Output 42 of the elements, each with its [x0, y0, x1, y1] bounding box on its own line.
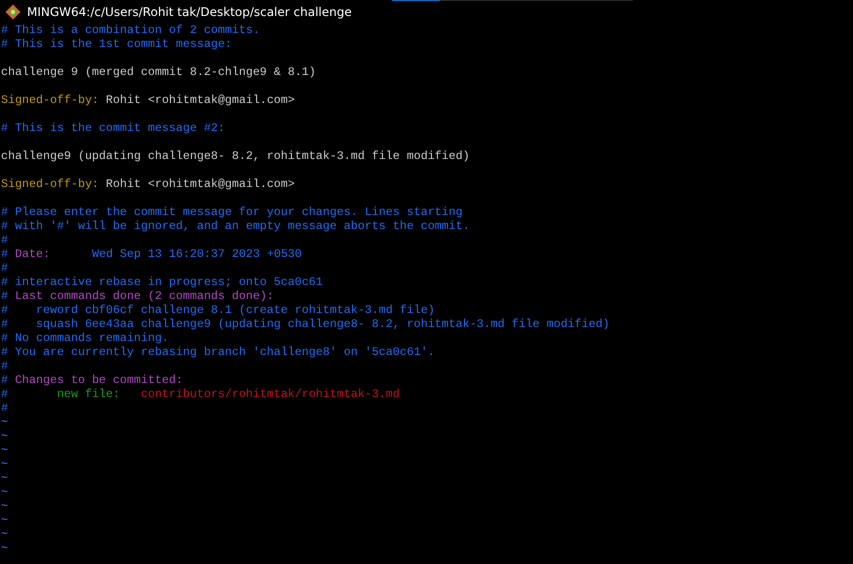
comment-text: # with '#' will be ignored, and an empty message aborts the commit. — [1, 219, 470, 233]
section-label: Changes to be committed: — [14, 373, 183, 387]
tilde-marker: ~ — [1, 415, 8, 429]
comment-text: # — [1, 247, 8, 261]
comment-text: Wed Sep 13 16:20:37 2023 +0530 — [90, 247, 302, 261]
signoff-label: Signed-off-by: — [1, 93, 99, 107]
comment-text: # — [1, 261, 8, 275]
comment-text: # — [1, 373, 8, 387]
comment-text: # Please enter the commit message for your changes. Lines starting — [1, 205, 463, 219]
message-text: Rohit <rohitmtak@gmail.com> — [104, 93, 295, 107]
tilde-marker: ~ — [1, 443, 8, 457]
section-label: Last commands done (2 commands done): — [14, 289, 274, 303]
comment-text: # — [1, 401, 8, 415]
tilde-marker: ~ — [1, 485, 8, 499]
status-label: new file: — [56, 387, 120, 401]
tilde-marker: ~ — [1, 429, 8, 443]
comment-text: # No commands remaining. — [1, 331, 169, 345]
signoff-label: Signed-off-by: — [1, 177, 99, 191]
comment-text: # — [1, 359, 8, 373]
file-path: contributors/rohitmtak/rohitmtak-3.md — [140, 387, 400, 401]
message-text: challenge9 (updating challenge8- 8.2, rohitmtak-3.md file modified) — [1, 149, 470, 163]
comment-text: # reword cbf06cf challenge 8.1 (create rohitmtak-3.md file) — [1, 303, 435, 317]
tilde-marker: ~ — [1, 499, 8, 513]
comment-text: # You are currently rebasing branch 'challenge8' on '5ca0c61'. — [1, 345, 435, 359]
tilde-marker: ~ — [1, 457, 8, 471]
tilde-marker: ~ — [1, 471, 8, 485]
comment-text: # — [1, 289, 8, 303]
tilde-marker: ~ — [1, 527, 8, 541]
section-label: Date: — [14, 247, 50, 261]
comment-text: # — [1, 233, 8, 247]
comment-text: # This is the 1st commit message: — [1, 37, 232, 51]
comment-text: # interactive rebase in progress; onto 5ca0c61 — [1, 275, 323, 289]
diamond-icon — [5, 4, 21, 20]
comment-text: # This is a combination of 2 commits. — [1, 23, 260, 37]
window-title: MINGW64:/c/Users/Rohit tak/Desktop/scaler challenge — [27, 4, 352, 18]
tilde-marker: ~ — [1, 541, 8, 555]
comment-text: # — [1, 387, 8, 401]
message-text: challenge 9 (merged commit 8.2-chlnge9 & 8.1) — [1, 65, 316, 79]
tilde-marker: ~ — [1, 513, 8, 527]
message-text: Rohit <rohitmtak@gmail.com> — [104, 177, 295, 191]
comment-text: # squash 6ee43aa challenge9 (updating challenge8- 8.2, rohitmtak-3.md file modified) — [1, 317, 610, 331]
comment-text: # This is the commit message #2: — [1, 121, 225, 135]
